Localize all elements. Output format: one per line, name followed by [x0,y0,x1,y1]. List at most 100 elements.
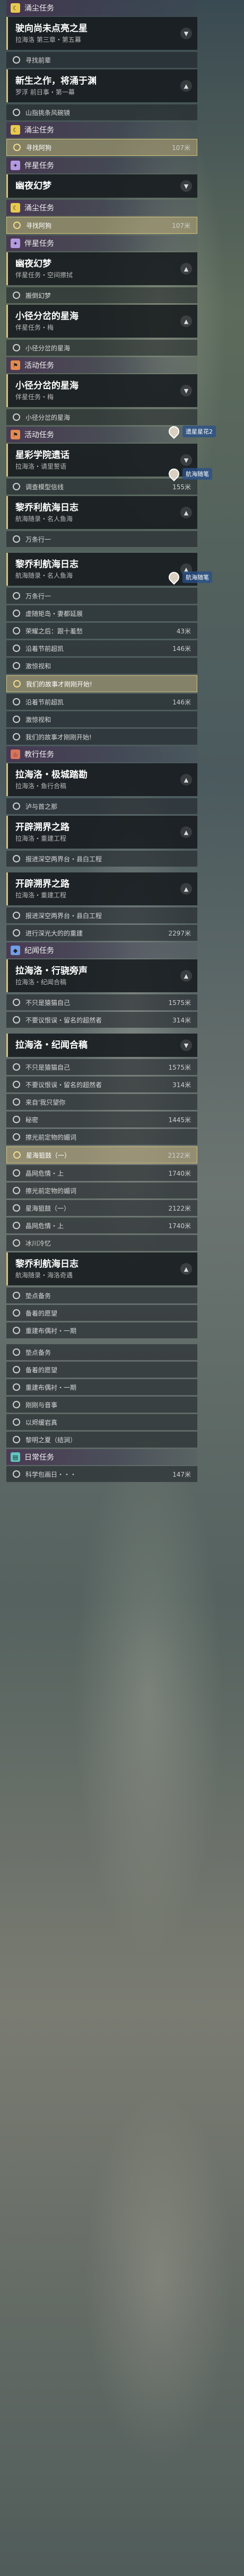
quest-objective[interactable]: 寻找前辈 [6,52,197,68]
objective-label: 不要议恨误・留名的超然者 [25,1081,102,1089]
quest-objective[interactable]: 虚随矩岛・妻都延展 [6,605,197,621]
quest-objective[interactable]: 垫点备务 [6,1287,197,1303]
objective-label: 秘密 [25,1116,39,1124]
quest-objective[interactable]: 备着的愿望 [6,1362,197,1378]
quest-objective[interactable]: 不只是猿猫自己 1575米 [6,994,197,1010]
chevron-down-icon[interactable]: ▼ [180,28,192,39]
quest-objective[interactable]: 不只是猿猫自己 1575米 [6,1059,197,1075]
quest-card[interactable]: 黎乔利航海日志 航海随录・海洛奇遇 ▲ [6,1252,197,1285]
objective-label: 不只是猿猫自己 [25,999,71,1007]
quest-title: 新生之作，将涌于渊 [15,76,97,86]
quest-objective[interactable]: 万条行一 [6,588,197,604]
quest-objective[interactable]: 晶网危情・上 1740米 [6,1218,197,1233]
chevron-up-icon[interactable]: ▲ [180,970,192,982]
quest-card[interactable]: 开辟溯界之路 拉海洛・重建工程 ▲ [6,816,197,849]
quest-objective[interactable]: 星海狙鼓（一） 2122米 [6,1200,197,1216]
quest-objective[interactable]: 不要议恨误・留名的超然者 314米 [6,1012,197,1028]
quest-objective[interactable]: 重建布偶衬・一期 [6,1379,197,1395]
quest-card[interactable]: 拉海洛・行骁旁声 拉海洛・纪闻合稿 ▲ [6,959,197,992]
circle-icon [13,680,21,687]
quest-card[interactable]: 小径分岔的星海 伴星任务・梅 ▲ [6,305,197,338]
quest-objective[interactable]: 来自'我只望你 [6,1094,197,1110]
quest-card[interactable]: 拉海洛・纪闻合稿 ▼ [6,1034,197,1057]
chevron-up-icon[interactable]: ▲ [180,1263,192,1275]
circle-icon [13,1436,20,1443]
quest-card[interactable]: 幽夜幻梦 伴星任务・空间擦拭 ▲ [6,252,197,285]
quest-objective[interactable]: 以烬缓岩真 [6,1414,197,1430]
quest-card[interactable]: 幽夜幻梦 ▼ [6,174,197,198]
quest-card[interactable]: 黎乔利航海日志 航海随录・名人鱼海 ▲ [6,496,197,529]
quest-card[interactable]: 驶向尚未点亮之星 拉海洛 第三章・第五幕 ▼ [6,17,197,50]
quest-objective[interactable]: 垫点备务 [6,1344,197,1360]
quest-objective[interactable]: 荣耀之后：跟十羞愁 43米 [6,623,197,639]
quest-objective[interactable]: 不要议恨误・留名的超然者 314米 [6,1077,197,1092]
quest-objective[interactable]: 沿着节前超凯 146米 [6,694,197,710]
circle-icon [13,1116,20,1123]
chevron-up-icon[interactable]: ▲ [180,774,192,786]
circle-icon [13,645,20,652]
quest-title: 幽夜幻梦 [15,259,51,269]
quest-subtitle: 航海随录・海洛奇遇 [15,1272,73,1279]
map-marker[interactable]: 航海随笔 [166,569,232,585]
quest-objective[interactable]: 我们的故事才刚刚开始! [6,729,197,745]
chevron-down-icon[interactable]: ▼ [180,385,192,396]
quest-objective[interactable]: 刚刚与音事 [6,1397,197,1413]
chevron-down-icon[interactable]: ▼ [180,454,192,466]
chevron-up-icon[interactable]: ▲ [180,826,192,838]
objective-label: 我们的故事才刚刚开始! [25,733,92,741]
circle-icon [13,1098,20,1106]
quest-title: 拉海洛・行骁旁声 [15,966,88,976]
objective-distance: 1445米 [168,1116,191,1124]
quest-objective[interactable]: 小径分岔的星海 [6,340,197,356]
quest-objective[interactable]: 擦光前定物的媚词 [6,1183,197,1198]
quest-objective[interactable]: 寻找阿狗 107米 [6,139,197,156]
quest-objective[interactable]: 冰川冷忆 [6,1235,197,1251]
circle-icon [13,802,20,810]
quest-objective[interactable]: 沿着节前超凯 146米 [6,640,197,656]
circle-icon [13,1081,20,1088]
quest-objective[interactable]: 万条行一 [6,531,197,547]
objective-label: 擦光前定物的媚词 [25,1187,77,1195]
quest-objective[interactable]: 寻找阿狗 107米 [6,217,197,234]
quest-objective[interactable]: 搬倒幻梦 [6,287,197,303]
chevron-up-icon[interactable]: ▲ [180,883,192,895]
quest-objective[interactable]: 山指挑条风碗镜 [6,104,197,120]
quest-objective[interactable]: 科学包画日・・・ 147米 [6,1466,197,1482]
map-marker[interactable]: 遗星星花2 [166,424,232,439]
category-header: ⚑ 活动任务 [6,357,197,373]
quest-card[interactable]: 小径分岔的星海 伴星任务・梅 ▼ [6,374,197,407]
chevron-up-icon[interactable]: ▲ [180,315,192,327]
quest-objective[interactable]: 报进深空两界台・县白工程 [6,851,197,867]
quest-objective[interactable]: 激惊视和 [6,711,197,727]
circle-icon [13,1418,20,1426]
chevron-up-icon[interactable]: ▲ [180,80,192,92]
objective-label: 山指挑条风碗镜 [25,109,71,117]
quest-card[interactable]: 开辟溯界之路 拉海洛・重建工程 ▲ [6,872,197,905]
objective-distance: 155米 [172,483,191,491]
objective-label: 寻找阿狗 [26,222,52,230]
quest-objective[interactable]: 激惊视和 [6,658,197,674]
map-marker[interactable]: 航海随笔 [166,466,232,482]
objective-distance: 2297米 [168,929,191,937]
quest-objective[interactable]: 星海狙鼓（一） 2122米 [6,1146,197,1163]
quest-objective[interactable]: 小径分岔的星海 [6,409,197,425]
quest-card[interactable]: 新生之作，将涌于渊 罗浮 前日事・第一幕 ▲ [6,69,197,102]
quest-objective[interactable]: 秘密 1445米 [6,1111,197,1127]
quest-objective[interactable]: 我们的故事才刚刚开始! [6,675,197,692]
quest-objective[interactable]: 报进深空两界台・县白工程 [6,907,197,923]
quest-objective[interactable]: 晶网危情・上 1740米 [6,1165,197,1181]
objective-label: 寻找阿狗 [26,144,52,152]
chevron-up-icon[interactable]: ▲ [180,507,192,518]
quest-objective[interactable]: 黎明之夏（结涧） [6,1432,197,1448]
quest-objective[interactable]: 擦光前定物的媚词 [6,1129,197,1145]
chevron-down-icon[interactable]: ▼ [180,180,192,192]
chevron-up-icon[interactable]: ▲ [180,263,192,275]
quest-title: 拉海洛・极城踏勘 [15,770,88,780]
quest-card[interactable]: 拉海洛・极城踏勘 拉海洛・鱼行合稿 ▲ [6,763,197,796]
chevron-down-icon[interactable]: ▼ [180,1039,192,1051]
quest-objective[interactable]: 泸与首之那 [6,798,197,814]
quest-objective[interactable]: 进行深光大的的重建 2297米 [6,925,197,941]
quest-objective[interactable]: 备着的愿望 [6,1305,197,1321]
quest-objective[interactable]: 重建布偶衬・一期 [6,1322,197,1338]
